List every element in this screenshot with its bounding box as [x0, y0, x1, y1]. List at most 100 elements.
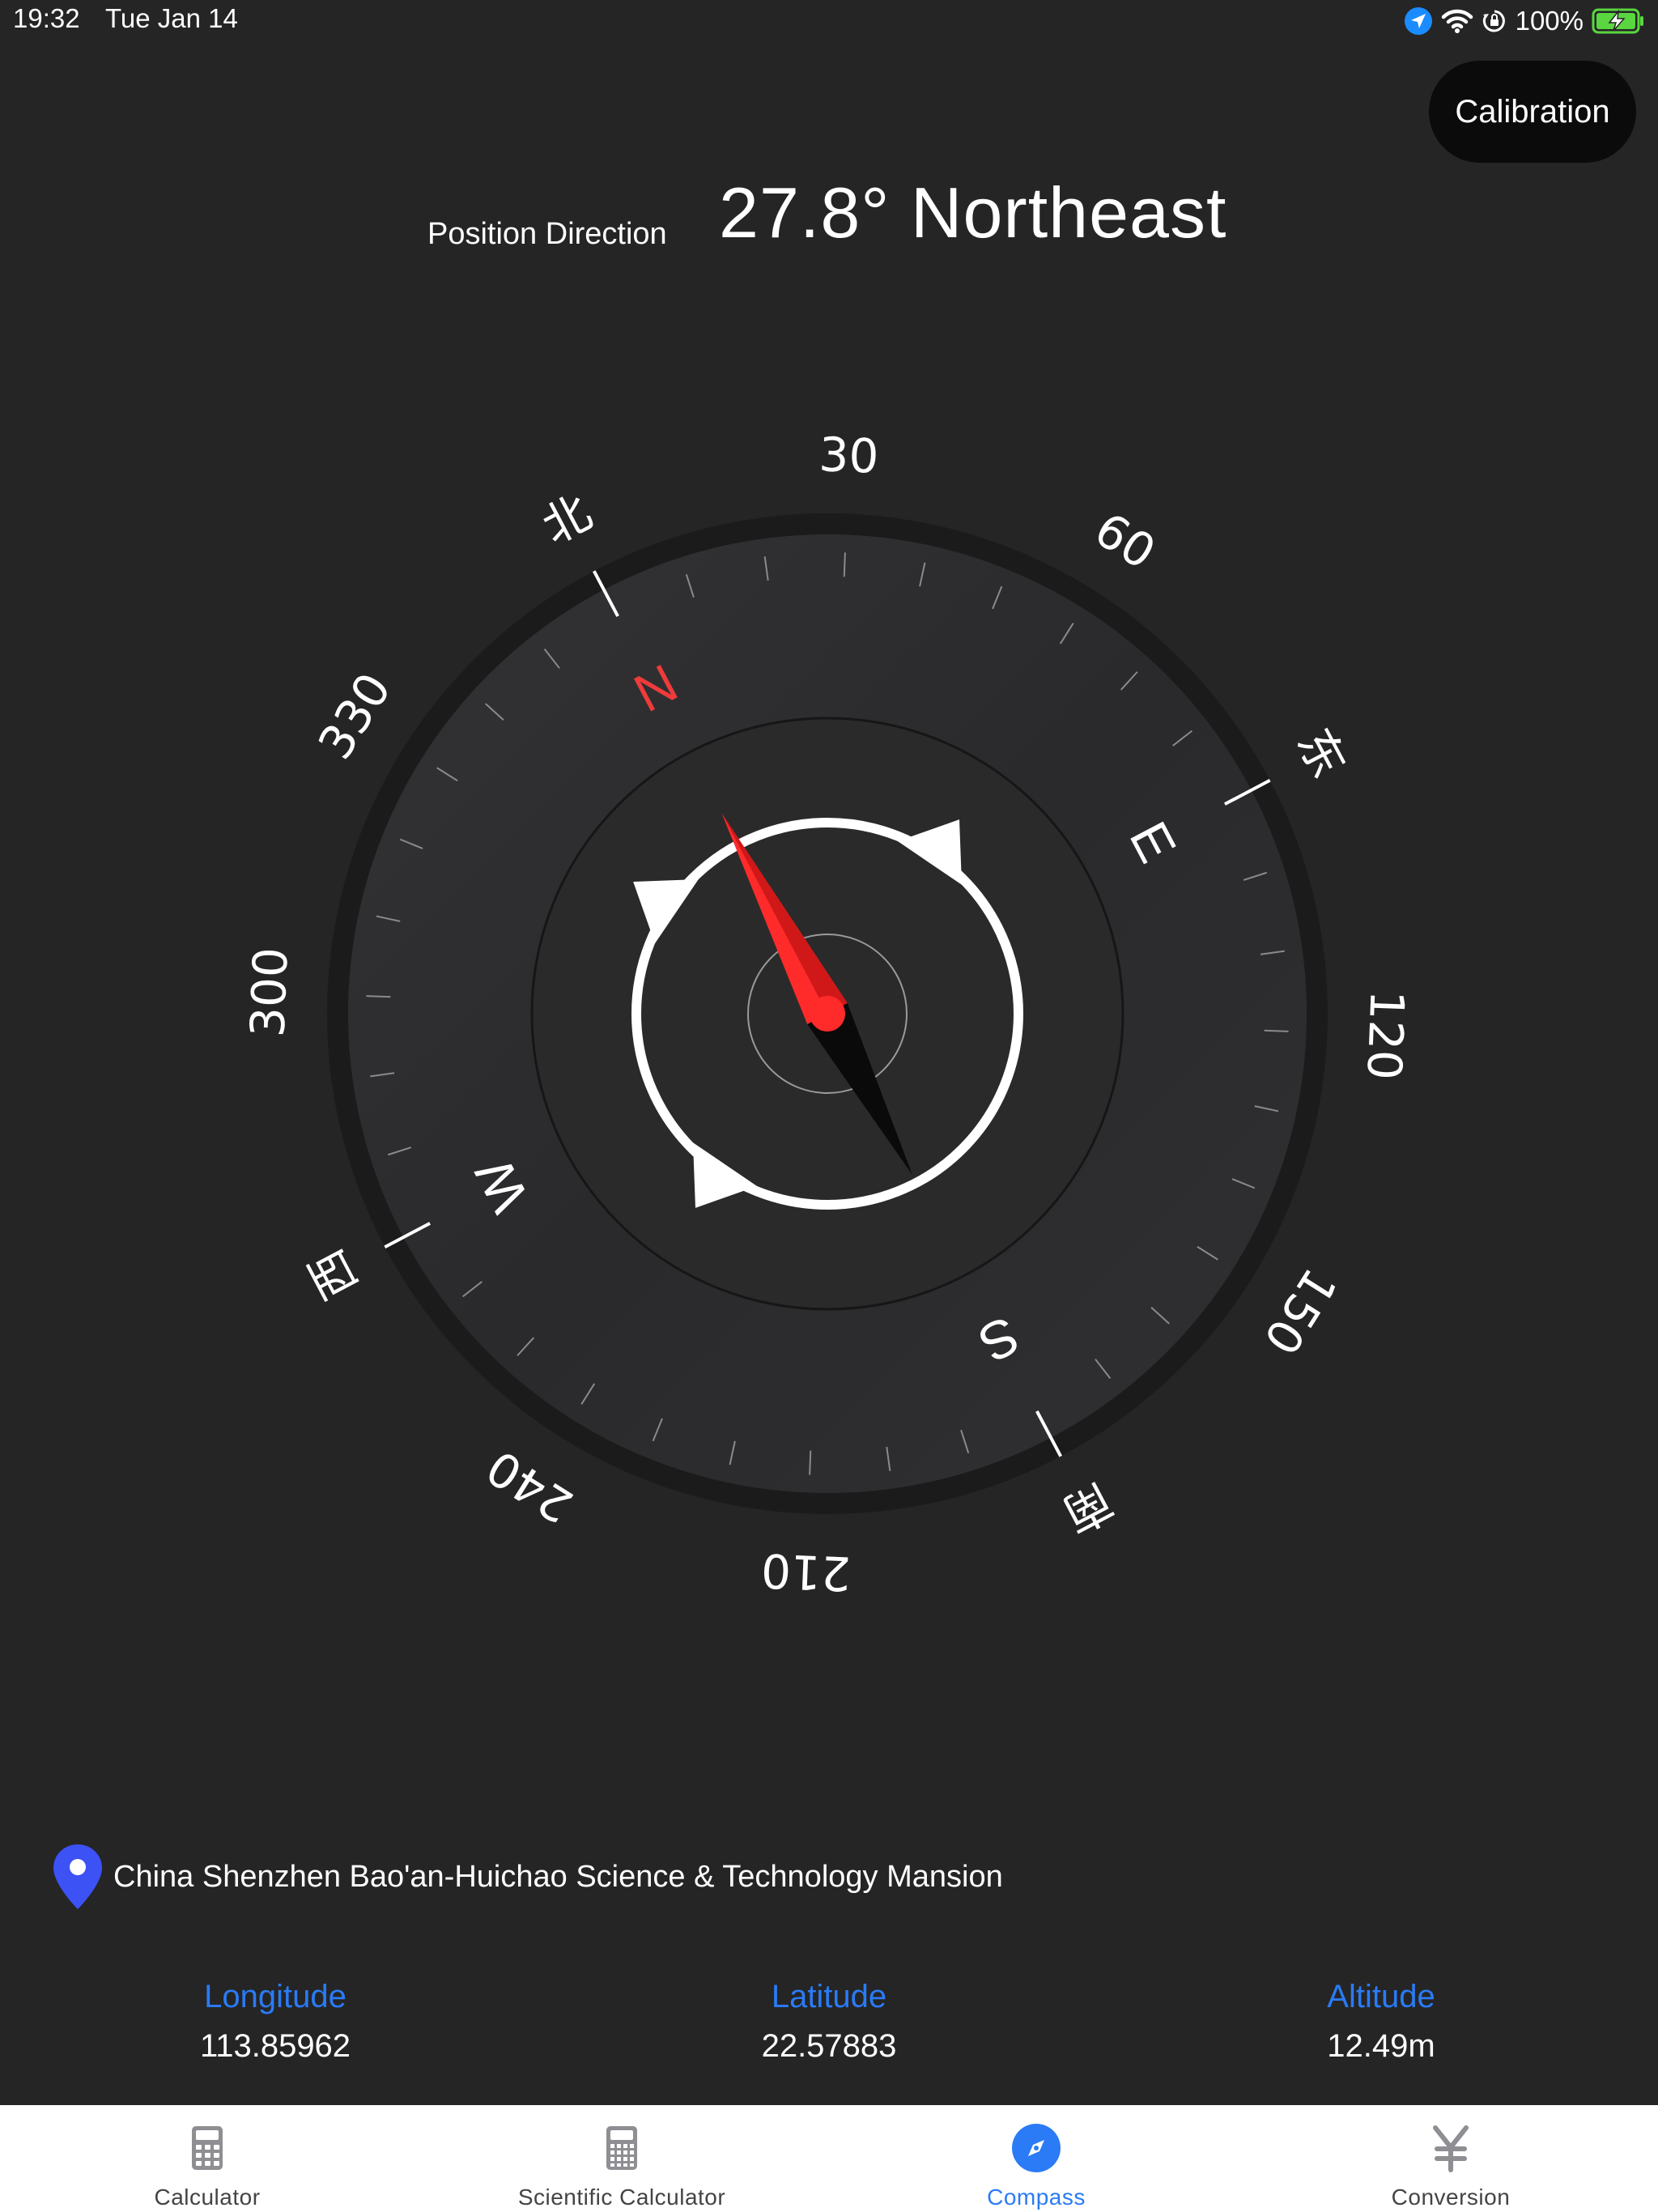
- degree-label-330: 330: [308, 663, 402, 768]
- needle-south: [807, 1002, 912, 1176]
- latitude-block: Latitude 22.57883: [667, 1979, 991, 2065]
- degree-tick: [1120, 671, 1138, 691]
- degree-label-60: 60: [1085, 502, 1165, 581]
- degree-tick: [763, 556, 769, 581]
- latitude-label: Latitude: [771, 1979, 887, 2014]
- location-row: China Shenzhen Bao'an-Huichao Science & …: [52, 1843, 1003, 1911]
- compass-rotating-dial: N E S W: [366, 552, 1289, 1475]
- location-text: China Shenzhen Bao'an-Huichao Science & …: [113, 1859, 1003, 1894]
- status-time: 19:32: [13, 3, 80, 33]
- degree-tick: [1172, 730, 1193, 747]
- tab-label-scientific-calculator: Scientific Calculator: [517, 2184, 726, 2210]
- compass-icon: [1012, 2124, 1061, 2172]
- cardinal-tick: [384, 1222, 431, 1249]
- calculator-icon: [192, 2126, 223, 2170]
- latitude-value: 22.57883: [761, 2028, 897, 2064]
- longitude-value: 113.85962: [199, 2028, 351, 2064]
- longitude-block: Longitude 113.85962: [113, 1979, 437, 2065]
- bezel-pointer: [897, 819, 963, 885]
- degree-tick: [1260, 950, 1285, 955]
- cardinal-letter-e: E: [1118, 812, 1188, 871]
- degree-tick: [485, 703, 504, 721]
- chinese-east-label: 东: [1286, 720, 1357, 787]
- degree-tick: [580, 1383, 596, 1405]
- degree-tick: [436, 767, 458, 782]
- degree-label-150: 150: [1253, 1259, 1348, 1364]
- degree-tick: [919, 562, 926, 587]
- degree-tick: [685, 573, 695, 598]
- status-date: Tue Jan 14: [105, 3, 238, 33]
- chinese-west-label: 西: [298, 1240, 368, 1308]
- cardinal-tick: [593, 570, 619, 617]
- tab-calculator[interactable]: Calculator: [0, 2105, 414, 2212]
- degree-tick: [886, 1446, 891, 1471]
- battery-charging-icon: [1592, 8, 1643, 34]
- compass-bezel: [631, 818, 1023, 1210]
- cardinal-letter-s: S: [969, 1304, 1028, 1374]
- degree-tick: [843, 552, 846, 577]
- chinese-south-label: 南: [1054, 1473, 1121, 1543]
- altitude-value: 12.49m: [1327, 2028, 1435, 2064]
- degree-label-120: 120: [1356, 989, 1414, 1081]
- degree-tick: [376, 915, 401, 922]
- degree-tick: [960, 1429, 970, 1454]
- degree-tick: [1197, 1245, 1218, 1261]
- map-pin-icon: [53, 1844, 102, 1909]
- degree-label-240: 240: [477, 1440, 582, 1534]
- chinese-north-label: 北: [534, 484, 601, 555]
- degree-tick: [399, 838, 423, 849]
- altitude-label: Altitude: [1327, 1979, 1435, 2014]
- location-arrow-icon: [1404, 7, 1432, 35]
- needle-north: [721, 813, 848, 1025]
- tab-label-conversion: Conversion: [1391, 2184, 1511, 2210]
- cardinal-tick: [1035, 1410, 1062, 1457]
- degree-tick: [1254, 1105, 1279, 1112]
- orientation-lock-icon: [1482, 10, 1505, 32]
- needle-hub: [810, 996, 845, 1032]
- degree-tick: [992, 585, 1003, 610]
- cardinal-tick: [1224, 779, 1271, 806]
- degree-label-300: 300: [240, 946, 298, 1038]
- compass-outer-ring: [327, 513, 1328, 1514]
- bezel-pointer: [692, 1142, 758, 1208]
- degree-tick: [370, 1072, 395, 1078]
- degree-label-30: 30: [818, 427, 879, 484]
- degree-tick: [652, 1418, 663, 1442]
- calibration-button[interactable]: Calibration: [1429, 61, 1636, 163]
- cardinal-letter-n: N: [624, 653, 687, 724]
- tab-conversion[interactable]: Conversion: [1244, 2105, 1658, 2212]
- degree-tick: [1264, 1029, 1289, 1032]
- direction-label: Position Direction: [427, 217, 667, 251]
- compass-needle: [721, 813, 912, 1176]
- degree-tick: [1243, 871, 1268, 881]
- degree-tick: [387, 1146, 412, 1156]
- tab-bar: Calculator Scientific Calculator Compass: [0, 2105, 1658, 2212]
- degree-tick: [1095, 1359, 1112, 1380]
- bezel-ring: [631, 818, 1023, 1210]
- bezel-pointer: [633, 878, 699, 944]
- degree-tick: [1231, 1178, 1256, 1189]
- needle-north-shade: [721, 813, 848, 1014]
- tab-scientific-calculator[interactable]: Scientific Calculator: [414, 2105, 829, 2212]
- degree-tick: [1150, 1306, 1170, 1325]
- compass-center-ring: [747, 934, 908, 1094]
- tab-compass[interactable]: Compass: [829, 2105, 1244, 2212]
- longitude-label: Longitude: [204, 1979, 346, 2014]
- status-bar: 19:32 Tue Jan 14 100%: [0, 0, 1658, 45]
- degree-tick: [461, 1281, 483, 1298]
- degree-tick: [517, 1337, 535, 1356]
- compass-inner-ring: [530, 717, 1124, 1311]
- degree-tick: [729, 1440, 736, 1465]
- degree-label-210: 210: [760, 1542, 852, 1601]
- scientific-calculator-icon: [606, 2126, 637, 2170]
- compass-face: [348, 534, 1307, 1493]
- tab-label-calculator: Calculator: [154, 2184, 261, 2210]
- degree-tick: [1059, 623, 1074, 644]
- direction-value: 27.8° Northeast: [719, 172, 1227, 253]
- tab-label-compass: Compass: [987, 2184, 1086, 2210]
- altitude-block: Altitude 12.49m: [1219, 1979, 1543, 2065]
- status-indicators: 100%: [1404, 5, 1645, 37]
- wifi-icon: [1441, 9, 1473, 33]
- degree-tick: [366, 995, 391, 998]
- degree-tick: [543, 648, 560, 669]
